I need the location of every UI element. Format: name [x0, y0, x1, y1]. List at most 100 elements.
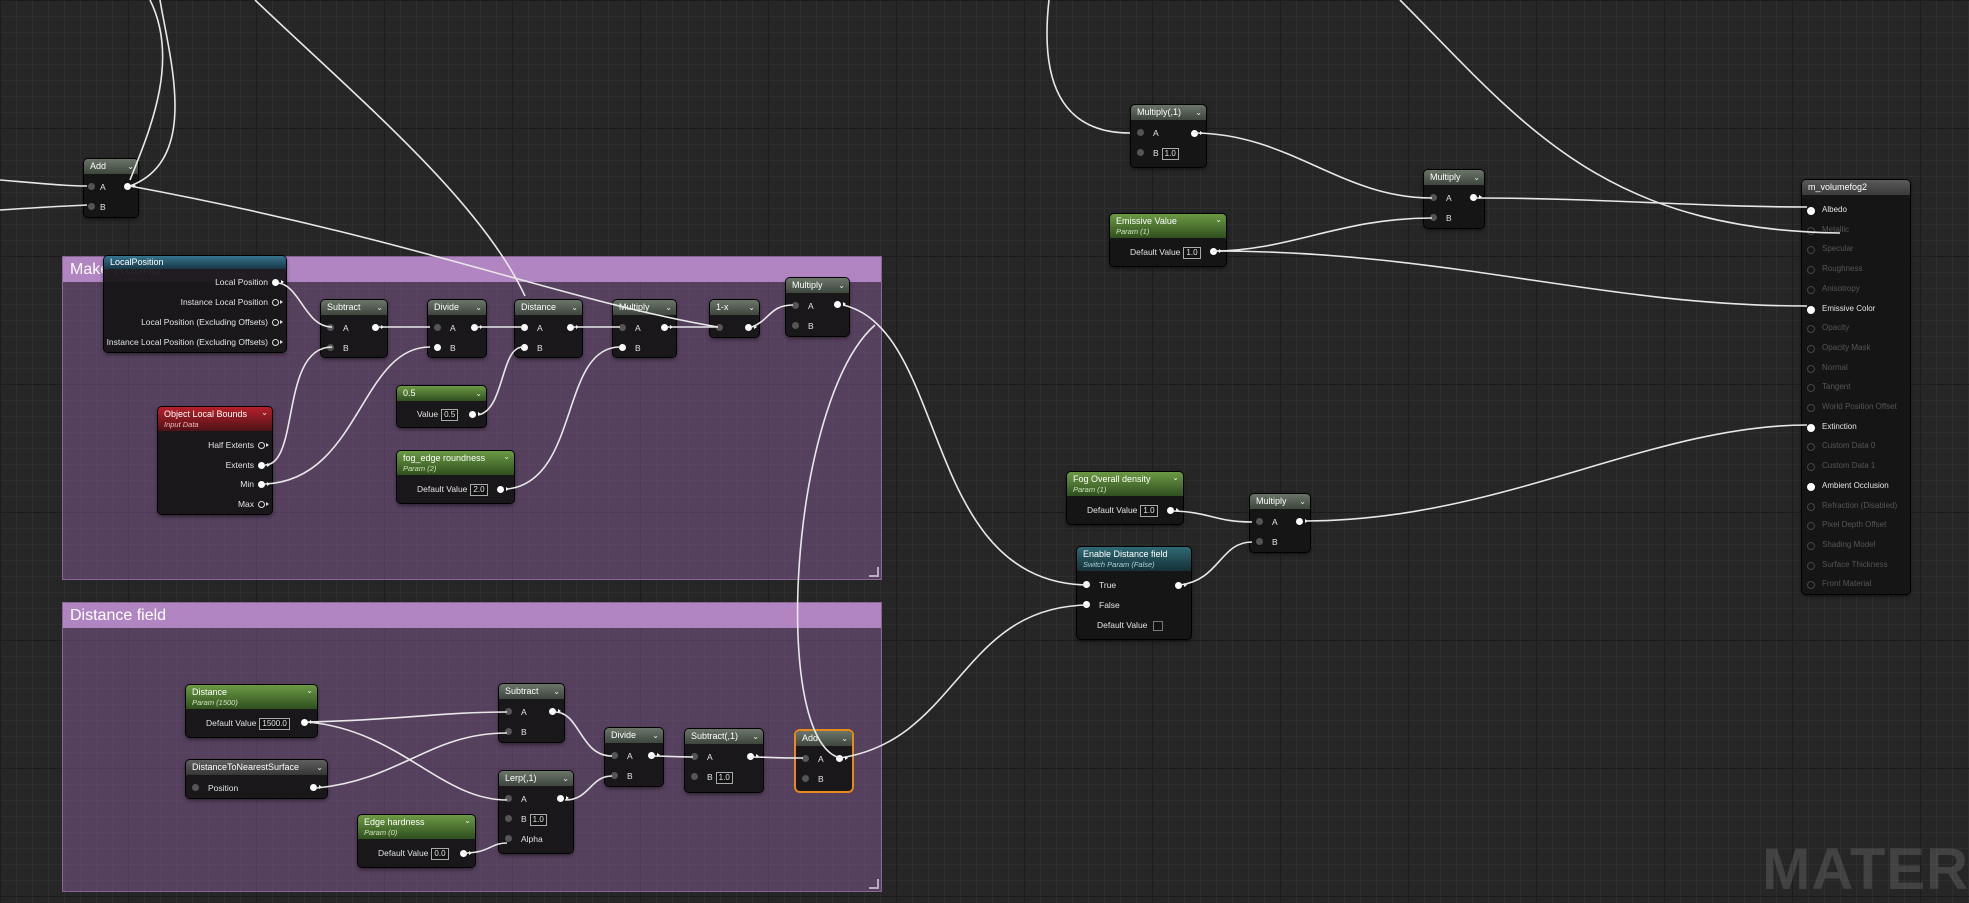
chevron-down-icon[interactable]: ⌄	[316, 760, 323, 775]
material-input-pin[interactable]	[1807, 285, 1815, 294]
node-enable-distance-field[interactable]: Enable Distance field Switch Param (False…	[1077, 547, 1191, 639]
chevron-down-icon[interactable]: ⌄	[1215, 214, 1222, 226]
value-field[interactable]: 0.0	[431, 848, 449, 860]
material-input-pin[interactable]	[1807, 404, 1815, 412]
input-pin[interactable]	[192, 784, 199, 791]
output-pin[interactable]	[469, 411, 481, 418]
output-pin[interactable]	[272, 279, 284, 286]
node-constant-0-5[interactable]: 0.5 ⌄ Value 0.5	[397, 386, 486, 427]
input-pin[interactable]	[521, 324, 528, 331]
input-pin[interactable]	[792, 322, 799, 329]
input-pin[interactable]	[88, 203, 95, 210]
chevron-down-icon[interactable]: ⌄	[665, 300, 672, 315]
output-pin[interactable]	[1210, 248, 1222, 255]
output-pin[interactable]	[836, 755, 848, 762]
output-pin[interactable]	[258, 481, 270, 488]
chevron-down-icon[interactable]: ⌄	[475, 386, 482, 401]
input-pin[interactable]	[802, 755, 809, 762]
input-pin[interactable]	[619, 324, 626, 331]
output-pin[interactable]	[745, 324, 757, 331]
chevron-down-icon[interactable]: ⌄	[838, 278, 845, 293]
node-distance-to-nearest-surface[interactable]: DistanceToNearestSurface ⌄ Position	[186, 760, 327, 798]
material-input-pin[interactable]	[1807, 581, 1815, 590]
output-pin[interactable]	[301, 719, 313, 726]
node-divide[interactable]: Divide ⌄ A B	[428, 300, 486, 357]
input-pin[interactable]	[611, 772, 618, 779]
node-distance[interactable]: Distance ⌄ A B	[515, 300, 582, 357]
material-input-pin[interactable]	[1807, 522, 1815, 531]
input-pin[interactable]	[691, 773, 698, 780]
node-distance-param[interactable]: Distance Param (1500) ⌄ Default Value 1500.…	[186, 685, 317, 737]
output-pin[interactable]	[272, 339, 283, 346]
input-pin[interactable]	[792, 302, 799, 309]
node-fog-overall-density[interactable]: Fog Overall density Param (1) ⌄ Default Va…	[1067, 472, 1183, 524]
chevron-down-icon[interactable]: ⌄	[1172, 472, 1179, 484]
input-pin[interactable]	[327, 344, 334, 351]
chevron-down-icon[interactable]: ⌄	[752, 729, 759, 744]
output-pin[interactable]	[372, 324, 384, 331]
material-input-pin[interactable]	[1807, 226, 1815, 235]
output-pin[interactable]	[258, 501, 269, 508]
output-pin[interactable]	[460, 850, 472, 857]
material-input-pin[interactable]	[1807, 482, 1815, 491]
node-fog-edge-roundness[interactable]: fog_edge roundness Param (2) ⌄ Default Val…	[397, 451, 514, 503]
output-pin[interactable]	[747, 753, 759, 760]
value-field[interactable]: 1.0	[529, 814, 547, 826]
input-pin[interactable]	[1256, 518, 1263, 525]
input-pin[interactable]	[505, 815, 512, 822]
material-input-pin[interactable]	[1807, 364, 1815, 373]
chevron-down-icon[interactable]: ⌄	[376, 300, 383, 315]
chevron-down-icon[interactable]: ⌄	[1473, 170, 1480, 185]
node-add-selected[interactable]: Add ⌄ A B	[796, 731, 852, 791]
input-pin[interactable]	[521, 344, 528, 351]
material-input-pin[interactable]	[1807, 266, 1815, 275]
input-pin[interactable]	[434, 324, 441, 331]
material-input-pin[interactable]	[1807, 502, 1815, 511]
value-field[interactable]: 1.0	[1183, 247, 1201, 259]
node-subtract[interactable]: Subtract ⌄ A B	[321, 300, 387, 357]
output-pin[interactable]	[661, 324, 673, 331]
node-lerp[interactable]: Lerp(,1) ⌄ A B 1.0 Alpha	[499, 771, 573, 853]
chevron-down-icon[interactable]: ⌄	[553, 684, 560, 699]
output-pin[interactable]	[272, 299, 283, 306]
chevron-down-icon[interactable]: ⌄	[475, 300, 482, 315]
chevron-down-icon[interactable]: ⌄	[464, 815, 471, 827]
resize-grip[interactable]	[869, 879, 879, 889]
material-input-pin[interactable]	[1807, 463, 1815, 472]
chevron-down-icon[interactable]: ⌄	[261, 407, 268, 419]
chevron-down-icon[interactable]: ⌄	[562, 771, 569, 786]
node-multiply-bottom[interactable]: Multiply ⌄ A B	[1250, 494, 1310, 552]
input-pin[interactable]	[619, 344, 626, 351]
output-pin[interactable]	[1470, 194, 1482, 201]
material-input-pin[interactable]	[1807, 561, 1815, 570]
output-pin[interactable]	[497, 486, 509, 493]
input-pin[interactable]	[1256, 538, 1263, 545]
material-input-pin[interactable]	[1807, 325, 1815, 334]
input-pin[interactable]	[1083, 601, 1090, 608]
input-pin[interactable]	[505, 708, 512, 715]
input-pin[interactable]	[434, 344, 441, 351]
chevron-down-icon[interactable]: ⌄	[1195, 105, 1202, 120]
input-pin[interactable]	[691, 753, 698, 760]
node-multiply-2[interactable]: Multiply ⌄ A B	[786, 278, 849, 336]
material-input-pin[interactable]	[1807, 246, 1815, 255]
value-field[interactable]: 0.5	[441, 409, 459, 421]
node-one-minus[interactable]: 1-x ⌄	[710, 300, 759, 337]
node-object-local-bounds[interactable]: Object Local Bounds Input Data ⌄ Half Exte…	[158, 407, 272, 514]
resize-grip[interactable]	[869, 567, 879, 577]
node-multiply-top[interactable]: Multiply(,1) ⌄ A B 1.0	[1131, 105, 1206, 167]
output-pin[interactable]	[258, 442, 269, 449]
value-field[interactable]: 1500.0	[259, 718, 290, 730]
output-pin[interactable]	[1296, 518, 1308, 525]
chevron-down-icon[interactable]: ⌄	[652, 728, 659, 743]
value-field[interactable]: 1.0	[1140, 505, 1158, 517]
input-pin[interactable]	[1137, 129, 1144, 136]
material-input-pin[interactable]	[1807, 305, 1815, 314]
output-pin[interactable]	[1167, 507, 1179, 514]
input-pin[interactable]	[802, 775, 809, 782]
node-subtract-3[interactable]: Subtract(,1) ⌄ A B 1.0	[685, 729, 763, 792]
input-pin[interactable]	[505, 728, 512, 735]
output-pin[interactable]	[557, 795, 569, 802]
node-material-result[interactable]: m_volumefog2 Albedo Metallic Specular Rough…	[1802, 180, 1910, 594]
output-pin[interactable]	[471, 324, 483, 331]
